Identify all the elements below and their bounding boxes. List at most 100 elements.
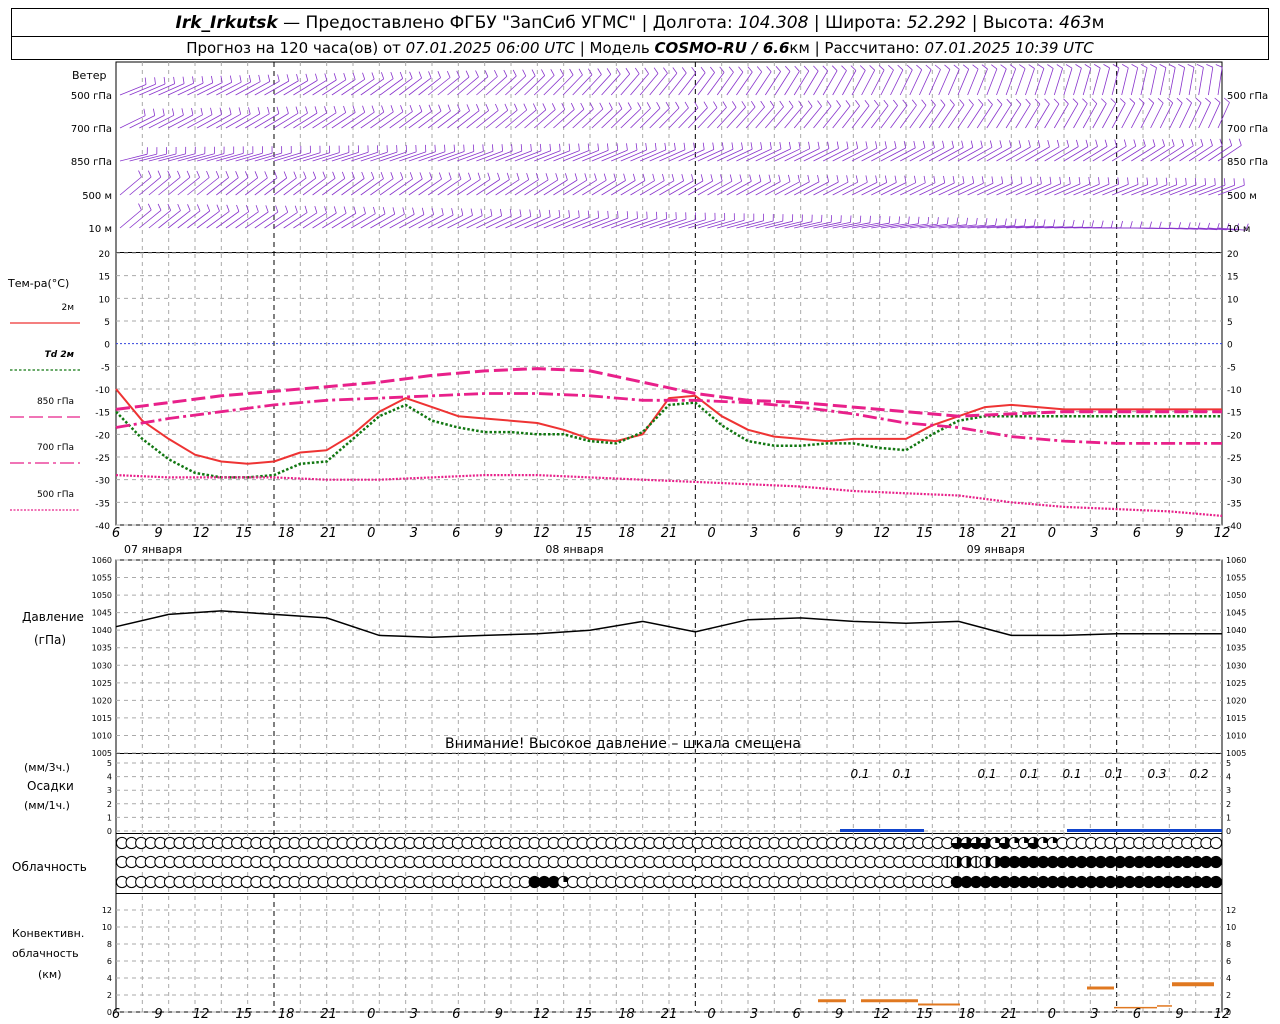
wind-barb-flag	[607, 143, 609, 151]
wind-barb-shaft	[225, 113, 251, 129]
wind-barb-flag	[1088, 177, 1091, 185]
wind-barb-shaft	[360, 78, 384, 96]
wind-barb-flag	[1214, 178, 1216, 186]
temp-tick-right: -15	[1227, 409, 1242, 419]
wind-barb-shaft	[187, 177, 210, 196]
wind-barb-flag	[803, 65, 810, 72]
wind-barb-flag	[514, 103, 518, 111]
wind-barb-flag	[530, 143, 532, 152]
temp-tick-right: 20	[1227, 250, 1239, 260]
wind-barb-flag	[1136, 177, 1139, 185]
wind-barb-flag	[542, 103, 547, 110]
wind-barb-shaft	[582, 108, 604, 129]
conv-tick-right: 12	[1226, 906, 1236, 915]
wind-barb-flag	[1015, 98, 1022, 105]
hour-label: 21	[320, 1007, 337, 1022]
precip-tick-right: 1	[1226, 813, 1231, 822]
wind-barb-flag	[930, 99, 936, 106]
wind-barb-flag	[276, 106, 280, 114]
wind-barb-flag	[162, 108, 165, 116]
wind-barb-flag	[788, 100, 794, 107]
temp-tick-left: -40	[95, 522, 110, 532]
wind-barb-flag	[1009, 64, 1016, 70]
wind-barb-flag	[1238, 138, 1242, 146]
wind-barb-flag	[267, 74, 271, 82]
wind-barb-flag	[324, 106, 327, 114]
wind-barb-shaft	[1082, 67, 1092, 96]
wind-barb-flag	[656, 102, 661, 109]
wind-barb-shaft	[803, 106, 822, 129]
wind-barb-flag	[305, 106, 308, 114]
hour-label: 6	[1133, 1007, 1141, 1022]
wind-barb-shaft	[379, 178, 404, 196]
wind-barb-flag	[1107, 177, 1110, 185]
wind-barb-flag	[177, 203, 181, 211]
temp-legend-label: 850 гПа	[37, 397, 74, 407]
temp-tick-right: -25	[1227, 454, 1242, 464]
wind-barb-flag	[1181, 139, 1185, 146]
precip-tick-right: 2	[1226, 800, 1231, 809]
temp-tick-left: -15	[95, 409, 110, 419]
wind-barb-shaft	[967, 68, 979, 96]
wind-barb-flag	[1122, 64, 1129, 69]
wind-barb-shaft	[437, 214, 463, 229]
wind-barb-flag	[343, 105, 347, 113]
wind-barb-flag	[412, 207, 415, 215]
wind-barb-shaft	[1217, 67, 1223, 96]
wind-barb-flag	[578, 68, 583, 76]
wind-barb-flag	[637, 102, 642, 109]
wind-barb-flag	[409, 172, 413, 180]
wind-barb-shaft	[264, 113, 289, 129]
wind-barb-flag	[1095, 139, 1098, 147]
hour-label: 21	[320, 526, 337, 541]
wind-barb-flag	[989, 140, 993, 148]
wind-barb-flag	[894, 175, 897, 183]
hour-label: 9	[154, 1007, 162, 1022]
wind-level-right: 500 гПа	[1227, 91, 1268, 102]
wind-barb-flag	[437, 71, 441, 78]
wind-barb-flag	[248, 75, 252, 83]
wind-barb-flag	[681, 67, 687, 74]
wind-barb-shaft	[350, 78, 375, 96]
wind-barb-shaft	[582, 179, 607, 196]
wind-barb-flag	[769, 142, 772, 150]
wind-barb-flag	[1085, 139, 1089, 147]
wind-barb-flag	[392, 207, 396, 215]
hour-label: 9	[835, 1007, 843, 1022]
wind-barb-flag	[683, 142, 686, 150]
precip-value-label: 0.1	[977, 767, 996, 781]
hour-label: 15	[235, 526, 252, 541]
hour-label: 0	[367, 1007, 375, 1022]
wind-barb-flag	[215, 170, 220, 178]
wind-barb-flag	[846, 141, 849, 149]
wind-barb-flag	[1178, 64, 1185, 68]
wind-barb-flag	[981, 176, 984, 184]
wind-barb-flag	[922, 140, 926, 148]
wind-barb-flag	[254, 171, 259, 178]
hour-label: 3	[750, 1007, 758, 1022]
wind-barb-flag	[587, 210, 590, 218]
wind-barb-flag	[951, 140, 954, 148]
wind-barb-flag	[343, 206, 347, 214]
wind-barb-flag	[461, 208, 464, 216]
wind-barb-shaft	[514, 109, 537, 129]
wind-barb-flag	[1150, 64, 1157, 68]
wind-barb-flag	[1078, 177, 1081, 185]
wind-barb-flag	[409, 104, 413, 112]
cloud-title: Облачность	[12, 860, 87, 874]
conv-bar	[1157, 1005, 1172, 1007]
wind-barb-flag	[597, 143, 599, 151]
wind-barb-flag	[908, 216, 910, 224]
wind-barb-shaft	[408, 111, 432, 129]
wind-barb-shaft	[476, 179, 500, 196]
hour-label: 12	[193, 526, 210, 541]
wind-barb-shaft	[1150, 102, 1164, 129]
temp-tick-right: 10	[1227, 295, 1239, 305]
wind-barb-flag	[768, 174, 771, 182]
press-tick-right: 1015	[1226, 714, 1246, 723]
wind-barb-flag	[519, 209, 522, 217]
wind-barb-shaft	[1073, 146, 1098, 162]
wind-barb-shaft	[794, 181, 820, 196]
wind-barb-flag	[409, 71, 413, 79]
wind-barb-flag	[1148, 98, 1154, 104]
